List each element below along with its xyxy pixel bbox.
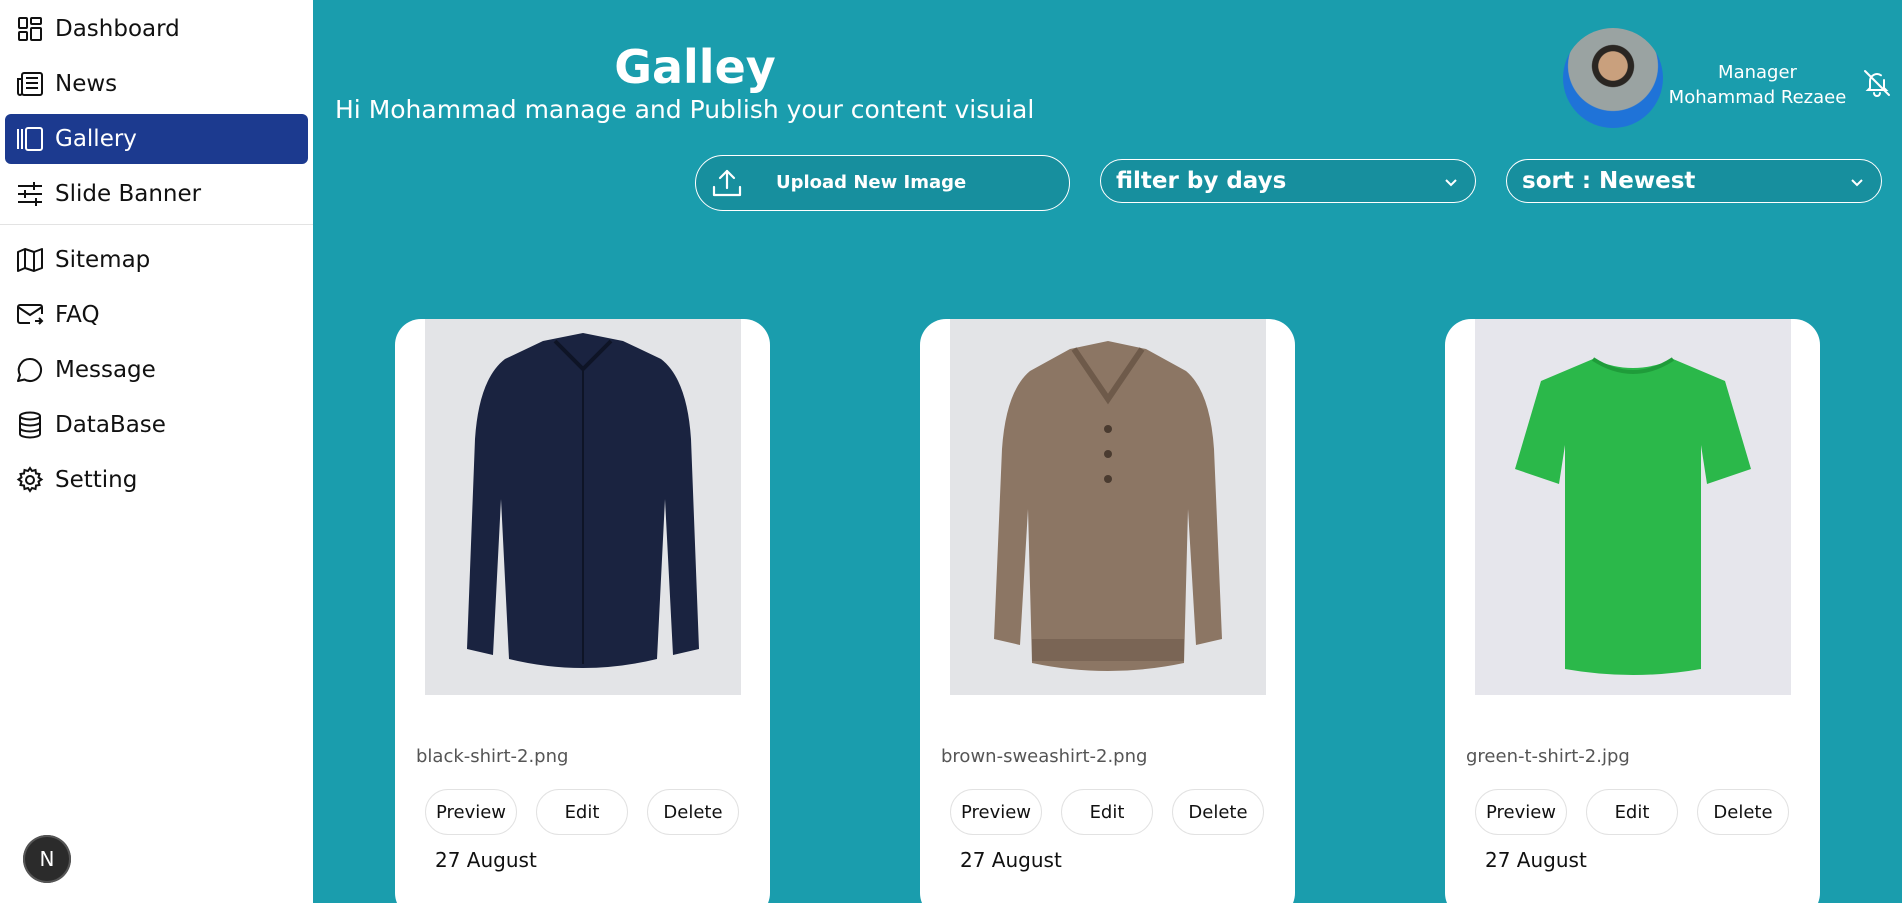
page-subtitle: Hi Mohammad manage and Publish your cont…	[335, 95, 1035, 124]
dashboard-icon	[15, 14, 45, 44]
image-filename: black-shirt-2.png	[416, 746, 569, 767]
preview-button[interactable]: Preview	[425, 789, 517, 835]
sidebar-item-sitemap[interactable]: Sitemap	[5, 235, 308, 285]
sliders-icon	[15, 179, 45, 209]
sidebar-item-message[interactable]: Message	[5, 345, 308, 395]
gallery-icon	[15, 124, 45, 154]
bell-off-icon[interactable]	[1862, 68, 1892, 98]
sort-select[interactable]: sort : Newest	[1506, 159, 1882, 203]
sidebar-item-label: News	[55, 71, 118, 97]
user-role: Manager	[1718, 62, 1797, 83]
delete-button[interactable]: Delete	[1697, 789, 1789, 835]
upload-date: 27 August	[435, 848, 537, 872]
edit-button[interactable]: Edit	[1586, 789, 1678, 835]
upload-icon	[710, 167, 744, 201]
sidebar-item-dashboard[interactable]: Dashboard	[5, 4, 308, 54]
avatar[interactable]	[1563, 28, 1663, 128]
gallery-card: black-shirt-2.png Preview Edit Delete 27…	[395, 319, 770, 903]
sidebar-item-label: Dashboard	[55, 16, 180, 42]
newspaper-icon	[15, 69, 45, 99]
gallery-image[interactable]	[425, 319, 741, 695]
chat-icon	[15, 355, 45, 385]
gallery-card: brown-sweashirt-2.png Preview Edit Delet…	[920, 319, 1295, 903]
image-filename: green-t-shirt-2.jpg	[1466, 746, 1630, 767]
upload-new-image-button[interactable]: Upload New Image	[695, 155, 1070, 211]
database-icon	[15, 410, 45, 440]
map-icon	[15, 245, 45, 275]
chevron-down-icon	[1441, 172, 1461, 192]
delete-button[interactable]: Delete	[1172, 789, 1264, 835]
edit-button[interactable]: Edit	[536, 789, 628, 835]
upload-date: 27 August	[1485, 848, 1587, 872]
sidebar-item-gallery[interactable]: Gallery	[5, 114, 308, 164]
sidebar-item-label: Slide Banner	[55, 181, 202, 207]
sidebar-item-database[interactable]: DataBase	[5, 400, 308, 450]
image-filename: brown-sweashirt-2.png	[941, 746, 1148, 767]
sidebar: Dashboard News Gallery Slide Banner Site…	[0, 0, 313, 903]
sidebar-item-faq[interactable]: FAQ	[5, 290, 308, 340]
edit-button[interactable]: Edit	[1061, 789, 1153, 835]
chevron-down-icon	[1847, 172, 1867, 192]
gear-icon	[15, 465, 45, 495]
user-name: Mohammad Rezaee	[1668, 87, 1847, 108]
gallery-image[interactable]	[950, 319, 1266, 695]
sidebar-item-label: Gallery	[55, 126, 137, 152]
gallery-card: green-t-shirt-2.jpg Preview Edit Delete …	[1445, 319, 1820, 903]
delete-button[interactable]: Delete	[647, 789, 739, 835]
sidebar-item-label: FAQ	[55, 302, 100, 328]
sidebar-item-slide-banner[interactable]: Slide Banner	[5, 169, 308, 219]
sort-select-value: sort : Newest	[1522, 168, 1696, 194]
filter-select-value: filter by days	[1116, 168, 1287, 194]
page-title: Galley	[614, 40, 776, 94]
upload-date: 27 August	[960, 848, 1062, 872]
dev-tools-badge[interactable]: N	[23, 835, 71, 883]
sidebar-item-label: Sitemap	[55, 247, 151, 273]
sidebar-item-news[interactable]: News	[5, 59, 308, 109]
upload-button-label: Upload New Image	[776, 172, 967, 193]
sidebar-item-setting[interactable]: Setting	[5, 455, 308, 505]
sidebar-item-label: DataBase	[55, 412, 166, 438]
mail-icon	[15, 300, 45, 330]
gallery-image[interactable]	[1475, 319, 1791, 695]
sidebar-item-label: Setting	[55, 467, 138, 493]
preview-button[interactable]: Preview	[1475, 789, 1567, 835]
sidebar-divider	[0, 224, 313, 225]
preview-button[interactable]: Preview	[950, 789, 1042, 835]
filter-by-days-select[interactable]: filter by days	[1100, 159, 1476, 203]
sidebar-item-label: Message	[55, 357, 156, 383]
